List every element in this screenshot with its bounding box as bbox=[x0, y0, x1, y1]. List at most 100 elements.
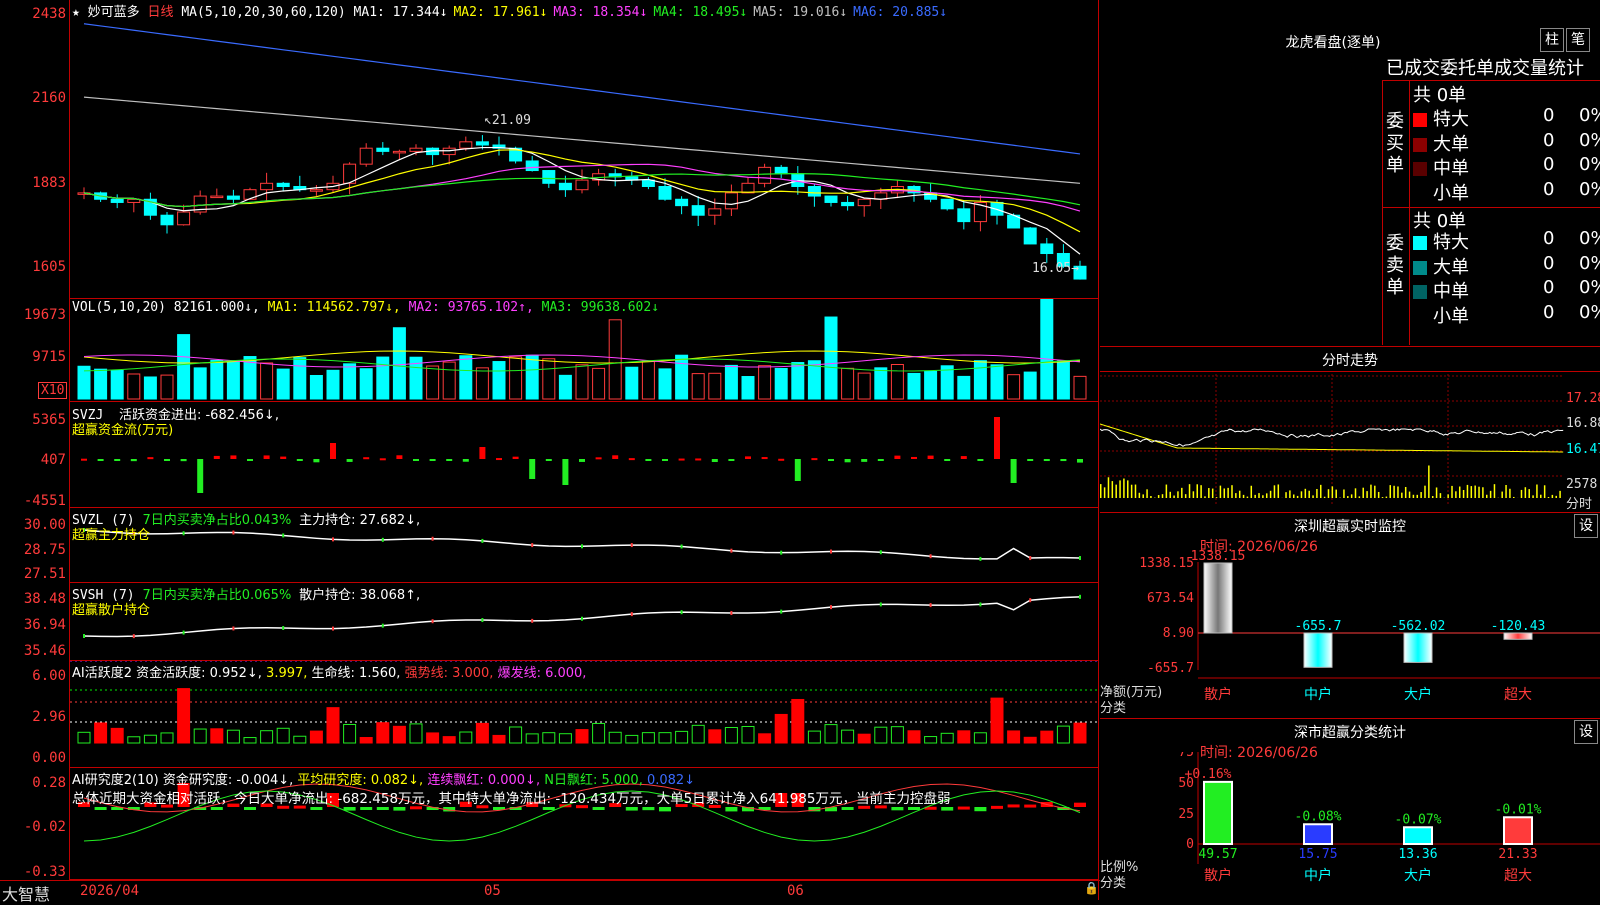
fs-vol-bar bbox=[1220, 486, 1222, 498]
flow-bar bbox=[894, 456, 900, 459]
class-settings-button[interactable]: 设 bbox=[1574, 720, 1598, 744]
fs-vol-bar bbox=[1181, 488, 1183, 498]
monitor-settings-button[interactable]: 设 bbox=[1574, 514, 1598, 538]
flow-bar bbox=[330, 443, 336, 459]
activity-bar bbox=[974, 733, 986, 743]
cls-bar-pct: -0.08% bbox=[1295, 809, 1342, 824]
sell-name: 小单 bbox=[1433, 306, 1469, 327]
activity-bar bbox=[742, 726, 754, 743]
sell-count: 0 bbox=[1543, 302, 1554, 323]
fs-vol-bar bbox=[1131, 485, 1133, 498]
volume-bar bbox=[1024, 372, 1036, 399]
sell-pct: 0% bbox=[1579, 277, 1600, 298]
volume-bar bbox=[858, 373, 870, 399]
cls-y-tick: 25 bbox=[1178, 807, 1194, 822]
candle bbox=[858, 199, 870, 205]
flow-bar bbox=[131, 459, 137, 461]
candle bbox=[227, 196, 239, 199]
volume-bar bbox=[327, 370, 339, 399]
fs-vol-bar bbox=[1166, 485, 1168, 498]
activity-bar bbox=[360, 738, 372, 743]
mon-cat-label: 超大 bbox=[1504, 687, 1532, 703]
candle bbox=[559, 183, 571, 189]
flow-bar bbox=[81, 459, 87, 461]
candlestick-chart bbox=[70, 0, 1098, 298]
main-pane[interactable] bbox=[70, 0, 1098, 299]
fs-vol-bar bbox=[1251, 486, 1253, 498]
fs-vol-bar bbox=[1447, 494, 1449, 498]
candle bbox=[958, 209, 970, 222]
buy-name: 中单 bbox=[1433, 158, 1469, 179]
period-label[interactable]: 日线 bbox=[148, 5, 174, 20]
fs-vol-bar bbox=[1347, 496, 1349, 498]
mon-cat-label: 散户 bbox=[1204, 686, 1232, 703]
volume-bar bbox=[974, 361, 986, 399]
activity-bar bbox=[277, 728, 289, 743]
candle bbox=[277, 183, 289, 186]
flow-bar bbox=[861, 459, 867, 462]
fs-vol-bar bbox=[1417, 495, 1419, 498]
flow-bar bbox=[147, 457, 153, 459]
flow-bar bbox=[380, 458, 386, 460]
flow-bar bbox=[845, 459, 851, 462]
volume-bar bbox=[759, 366, 771, 399]
btn-bar[interactable]: 柱 bbox=[1540, 28, 1564, 52]
research-bar bbox=[593, 807, 605, 810]
fs-vol-bar bbox=[1274, 485, 1276, 498]
research-bar bbox=[95, 807, 107, 810]
vol-y-tick: 19673 bbox=[0, 307, 66, 323]
main-y-tick: 2160 bbox=[0, 90, 66, 106]
volume-bar bbox=[825, 317, 837, 399]
activity-bar bbox=[95, 723, 107, 743]
volume-bar bbox=[427, 366, 439, 399]
fs-vol-bar bbox=[1146, 489, 1148, 498]
research-bar bbox=[725, 807, 737, 811]
fs-vol-bar bbox=[1335, 490, 1337, 498]
sell-row: 小单00% bbox=[1413, 302, 1599, 328]
fs-vol-bar bbox=[1289, 490, 1291, 498]
color-swatch bbox=[1413, 285, 1427, 299]
candle bbox=[161, 215, 173, 225]
fs-vol-bar bbox=[1482, 487, 1484, 498]
chart-area[interactable]: ★ 妙可蓝多 日线 MA(5,10,20,30,60,120) MA1: 17.… bbox=[0, 0, 1100, 900]
fs-vol-bar bbox=[1285, 492, 1287, 498]
fs-vol-bar bbox=[1397, 486, 1399, 498]
brand-label: 大智慧 bbox=[2, 881, 50, 905]
ma-value-5: MA5: 19.016↓ bbox=[753, 5, 847, 20]
sell-count: 0 bbox=[1543, 253, 1554, 274]
fs-vol-bar bbox=[1189, 484, 1191, 498]
fs-vol-bar bbox=[1436, 487, 1438, 498]
color-swatch bbox=[1413, 113, 1427, 127]
btn-tick[interactable]: 笔 bbox=[1566, 28, 1590, 52]
fs-vol-bar bbox=[1258, 493, 1260, 498]
activity-bar bbox=[427, 733, 439, 743]
volume-bar bbox=[958, 376, 970, 399]
activity-bar bbox=[759, 734, 771, 743]
volume-bar bbox=[393, 328, 405, 399]
candle bbox=[211, 196, 223, 198]
fs-tick: 17.28 bbox=[1566, 391, 1600, 406]
lock-icon[interactable]: 🔒 bbox=[1084, 881, 1099, 895]
fs-vol-bar bbox=[1123, 479, 1125, 498]
activity-bar bbox=[842, 730, 854, 743]
mon-y-tick: 8.90 bbox=[1163, 626, 1194, 641]
ma6-line bbox=[84, 24, 1080, 154]
candle bbox=[1041, 244, 1053, 254]
activity-bar bbox=[194, 729, 206, 743]
lhb-title: 龙虎看盘(逐单) bbox=[1268, 32, 1398, 52]
svzl-y-tick: 28.75 bbox=[0, 542, 66, 558]
flow-bar bbox=[712, 459, 718, 462]
cls-bar-pct: +0.16% bbox=[1185, 767, 1232, 782]
volume-bar bbox=[310, 375, 322, 399]
activity-bar bbox=[111, 728, 123, 743]
ai2-y-tick: -0.33 bbox=[0, 864, 66, 880]
fs-vol-bar bbox=[1362, 488, 1364, 498]
fenshi-chart[interactable] bbox=[1100, 374, 1600, 510]
svzl-sub: 超赢主力持仓 bbox=[72, 524, 150, 543]
flow-bar bbox=[977, 459, 983, 461]
fs-vol-bar bbox=[1108, 477, 1110, 498]
volume-bar bbox=[194, 368, 206, 399]
candle bbox=[261, 183, 273, 189]
candle bbox=[808, 186, 820, 196]
volume-bar bbox=[792, 363, 804, 399]
